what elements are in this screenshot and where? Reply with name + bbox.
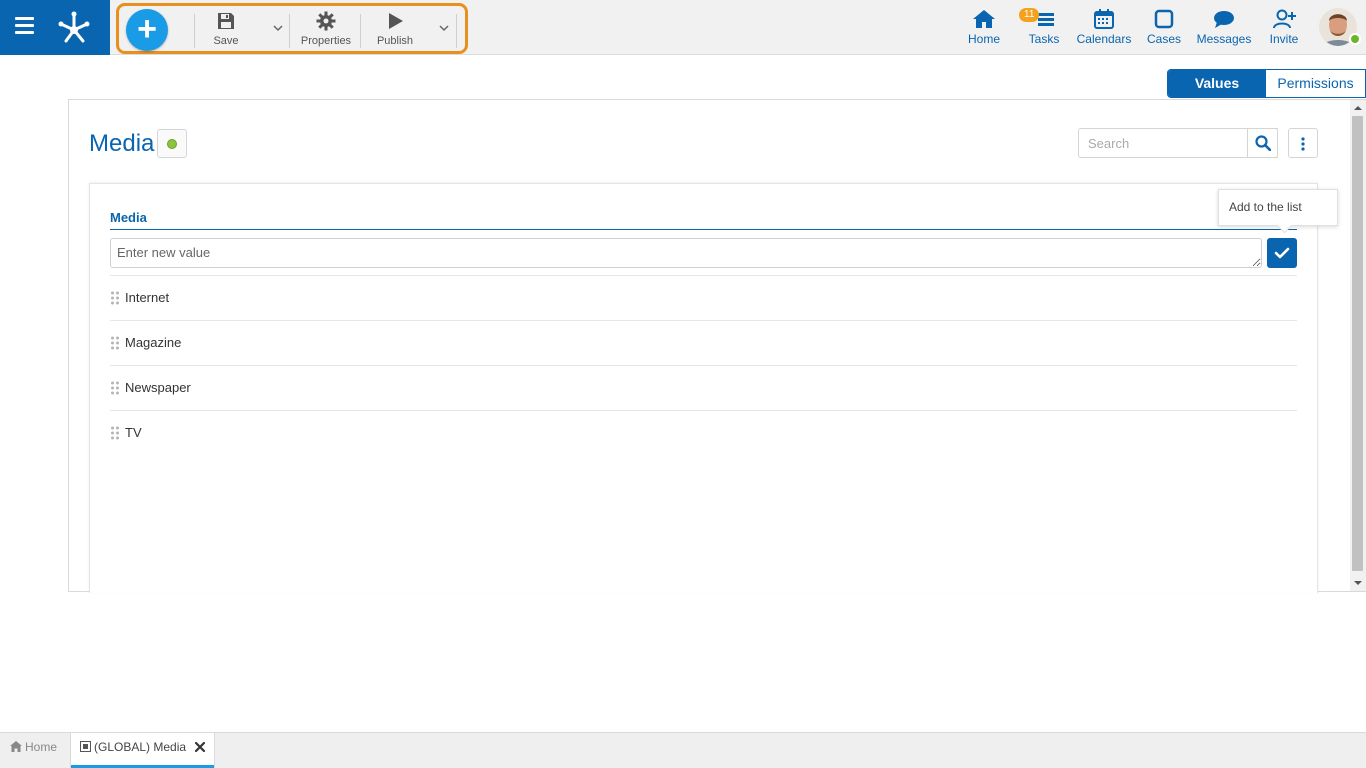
- app-logo-icon[interactable]: [57, 10, 91, 44]
- tasks-count-badge: 11: [1019, 8, 1040, 22]
- toolbar-separator: [289, 14, 290, 48]
- drag-handle-icon[interactable]: [110, 381, 120, 395]
- nav-messages-label: Messages: [1196, 32, 1252, 46]
- field-underline: [110, 229, 1297, 230]
- search-button[interactable]: [1247, 128, 1278, 158]
- list-item[interactable]: Magazine: [110, 320, 1297, 365]
- play-icon: [389, 13, 403, 29]
- home-icon: [973, 10, 995, 28]
- cases-icon: [1154, 9, 1174, 29]
- status-dot-icon: [167, 139, 177, 149]
- toolbar: + Save Properties Publish: [116, 3, 468, 54]
- list-object-icon: [80, 741, 91, 752]
- home-icon: [10, 741, 22, 752]
- page-title: Media: [89, 130, 155, 157]
- bottom-tab-media[interactable]: (GLOBAL) Media: [70, 733, 215, 768]
- properties-button[interactable]: Properties: [297, 8, 355, 52]
- close-tab-icon[interactable]: [194, 741, 206, 753]
- save-dropdown-chevron-icon[interactable]: [271, 18, 285, 38]
- nav-calendars[interactable]: Calendars: [1076, 0, 1132, 55]
- tab-values[interactable]: Values: [1168, 70, 1266, 97]
- checkmark-icon: [1274, 247, 1290, 259]
- drag-handle-icon[interactable]: [110, 336, 120, 350]
- values-list: Internet Magazine Newspaper TV: [110, 275, 1297, 455]
- list-item-text: Internet: [125, 290, 170, 305]
- nav-calendars-label: Calendars: [1076, 32, 1132, 46]
- add-to-list-tooltip: Add to the list: [1218, 189, 1338, 226]
- nav-invite[interactable]: Invite: [1264, 0, 1304, 55]
- save-button[interactable]: Save: [211, 8, 241, 52]
- scrollbar-thumb[interactable]: [1352, 116, 1363, 571]
- publish-label: Publish: [376, 35, 414, 47]
- toolbar-separator: [194, 14, 195, 48]
- nav-home[interactable]: Home: [964, 0, 1004, 55]
- list-item-text: Magazine: [125, 335, 182, 350]
- properties-label: Properties: [300, 35, 352, 47]
- tab-permissions[interactable]: Permissions: [1266, 70, 1365, 97]
- more-options-button[interactable]: [1288, 128, 1318, 158]
- floppy-disk-icon: [218, 13, 234, 29]
- add-user-icon: [1273, 9, 1296, 29]
- list-item-text: Newspaper: [125, 380, 191, 395]
- bottom-tab-home-label: Home: [25, 740, 58, 754]
- nav-tasks-label: Tasks: [1028, 32, 1060, 46]
- gear-icon: [316, 11, 336, 31]
- list-item[interactable]: Internet: [110, 275, 1297, 320]
- search-icon: [1255, 135, 1271, 151]
- vertical-scrollbar[interactable]: [1350, 100, 1366, 591]
- nav-cases[interactable]: Cases: [1144, 0, 1184, 55]
- nav-cases-label: Cases: [1146, 32, 1181, 46]
- drag-handle-icon[interactable]: [110, 291, 120, 305]
- bottom-tab-bar: Home (GLOBAL) Media: [0, 732, 1366, 768]
- save-label: Save: [213, 35, 239, 47]
- bottom-tab-home[interactable]: Home: [0, 733, 68, 768]
- add-to-list-button[interactable]: [1267, 238, 1297, 268]
- publish-dropdown-chevron-icon[interactable]: [437, 18, 451, 38]
- view-tabs: Values Permissions: [1167, 69, 1366, 98]
- scroll-down-arrow-icon[interactable]: [1353, 578, 1363, 588]
- list-editor-card: Media Add to the list Internet Magazine: [89, 183, 1338, 593]
- scroll-up-arrow-icon[interactable]: [1353, 103, 1363, 113]
- online-status-dot: [1349, 33, 1361, 45]
- nav-invite-label: Invite: [1269, 32, 1299, 46]
- chat-bubble-icon: [1214, 11, 1234, 28]
- vertical-ellipsis-icon: [1301, 137, 1305, 151]
- status-indicator[interactable]: [157, 129, 187, 158]
- top-bar: + Save Properties Publish Home Tasks 11 …: [0, 0, 1366, 55]
- bottom-tab-media-label: (GLOBAL) Media: [94, 740, 187, 754]
- toolbar-separator: [456, 14, 457, 48]
- list-item[interactable]: Newspaper: [110, 365, 1297, 410]
- drag-handle-icon[interactable]: [110, 426, 120, 440]
- add-button[interactable]: +: [126, 9, 168, 51]
- calendar-icon: [1094, 9, 1114, 29]
- publish-button[interactable]: Publish: [374, 8, 416, 52]
- nav-home-label: Home: [967, 32, 1000, 46]
- list-item[interactable]: TV: [110, 410, 1297, 455]
- main-frame: Media Media Add to the list Interne: [68, 99, 1366, 593]
- list-item-text: TV: [125, 425, 142, 440]
- toolbar-separator: [360, 14, 361, 48]
- field-label: Media: [110, 210, 147, 225]
- new-value-field[interactable]: [110, 238, 1262, 268]
- hamburger-menu-icon[interactable]: [15, 17, 35, 37]
- brand-area: [0, 0, 110, 55]
- nav-messages[interactable]: Messages: [1196, 0, 1252, 55]
